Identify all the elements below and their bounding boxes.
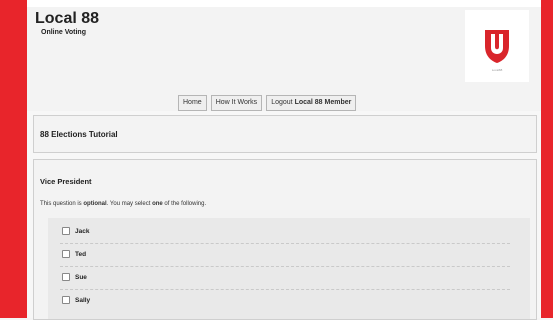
option-sue[interactable]: Sue: [60, 266, 510, 290]
right-red-border: [541, 0, 553, 318]
tutorial-title: 88 Elections Tutorial: [40, 130, 118, 139]
site-subtitle: Online Voting: [41, 29, 86, 36]
logout-label: Logout: [271, 99, 293, 106]
options-list: Jack Ted Sue Sally: [48, 218, 530, 319]
checkbox[interactable]: [62, 273, 70, 281]
header: Local 88 Online Voting Local88 Home How …: [27, 7, 541, 111]
instr-text: of the following.: [164, 201, 207, 207]
page: Local 88 Online Voting Local88 Home How …: [27, 0, 541, 320]
question-panel: Vice President This question is optional…: [33, 159, 537, 320]
logo: Local88: [465, 10, 529, 82]
tutorial-panel: 88 Elections Tutorial: [33, 115, 537, 153]
option-sally[interactable]: Sally: [60, 289, 510, 312]
question-title: Vice President: [40, 177, 92, 186]
question-instructions: This question is optional. You may selec…: [40, 201, 206, 207]
option-label: Jack: [75, 228, 90, 235]
left-red-border: [0, 0, 27, 318]
checkbox[interactable]: [62, 250, 70, 258]
top-strip: [27, 0, 541, 7]
instr-text: . You may select: [106, 201, 151, 207]
site-title: Local 88: [35, 10, 100, 27]
logout-button[interactable]: Logout Local 88 Member: [266, 95, 357, 111]
logout-user: Local 88 Member: [294, 99, 352, 106]
option-label: Sally: [75, 297, 91, 304]
how-it-works-button[interactable]: How It Works: [210, 95, 263, 111]
option-label: Sue: [75, 274, 87, 281]
option-ted[interactable]: Ted: [60, 243, 510, 267]
union-shield-icon: [485, 30, 509, 63]
instr-optional: optional: [83, 201, 107, 207]
option-jack[interactable]: Jack: [60, 220, 510, 244]
checkbox[interactable]: [62, 296, 70, 304]
checkbox[interactable]: [62, 227, 70, 235]
option-label: Ted: [75, 251, 87, 258]
instr-one: one: [152, 201, 163, 207]
home-button[interactable]: Home: [178, 95, 207, 111]
instr-text: This question is: [40, 201, 82, 207]
nav-bar: Home How It Works Logout Local 88 Member: [178, 95, 357, 111]
logo-text: Local88: [491, 68, 503, 72]
